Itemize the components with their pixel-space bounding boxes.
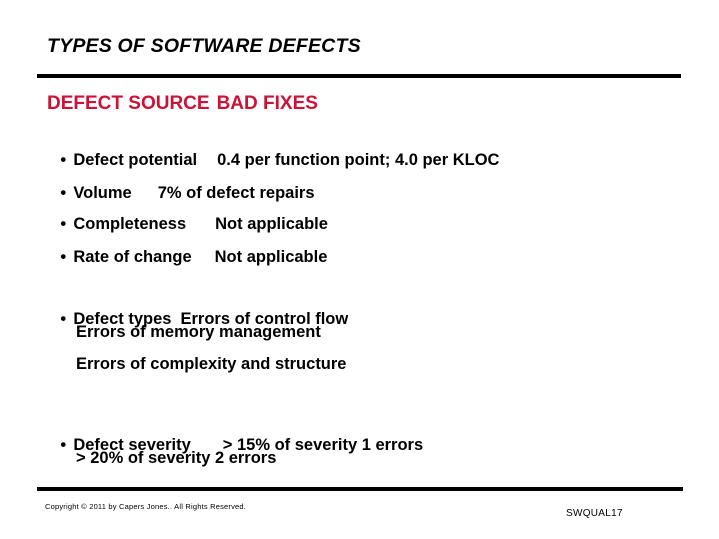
bullet-icon: • [60,248,67,266]
bullet-icon: • [60,310,67,328]
slide-code: SWQUAL17 [566,508,623,519]
section-heading-right: BAD FIXES [216,93,318,114]
list-item: • Rate of change Not applicable [42,229,327,286]
list-item-continuation: > 20% of severity 2 errors [76,449,277,467]
metric-value: Not applicable [214,248,328,266]
bullet-icon: • [60,436,67,454]
title-divider-rule [37,74,681,78]
copyright-notice: Copyright © 2011 by Capers Jones.. All R… [45,502,247,511]
section-heading-left: DEFECT SOURCE [47,93,210,114]
slide-canvas: TYPES OF SOFTWARE DEFECTS DEFECT SOURCE B… [0,0,719,539]
page-title: TYPES OF SOFTWARE DEFECTS [47,35,361,57]
metric-label: Rate of change [73,248,192,266]
footer-divider-rule [37,487,683,491]
list-item-continuation: Errors of memory management [76,323,321,341]
section-heading: DEFECT SOURCE BAD FIXES [47,93,318,115]
list-item-continuation: Errors of complexity and structure [76,355,347,373]
